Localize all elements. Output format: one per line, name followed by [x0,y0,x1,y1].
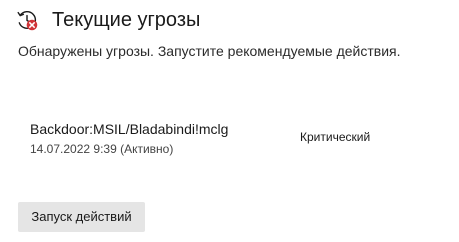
threat-list-item[interactable]: Backdoor:MSIL/Bladabindi!mclg 14.07.2022… [30,118,450,162]
threat-history-icon [15,8,39,32]
page-title: Текущие угрозы [52,9,201,31]
section-header: Текущие угрозы [15,8,200,32]
threat-detected-time: 14.07.2022 9:39 (Активно) [30,142,174,156]
threat-severity: Критический [300,130,371,144]
start-actions-button[interactable]: Запуск действий [18,202,145,232]
current-threats-panel: Текущие угрозы Обнаружены угрозы. Запуст… [0,0,459,242]
threat-name: Backdoor:MSIL/Bladabindi!mclg [30,121,229,137]
threat-summary-text: Обнаружены угрозы. Запустите рекомендуем… [18,43,401,59]
